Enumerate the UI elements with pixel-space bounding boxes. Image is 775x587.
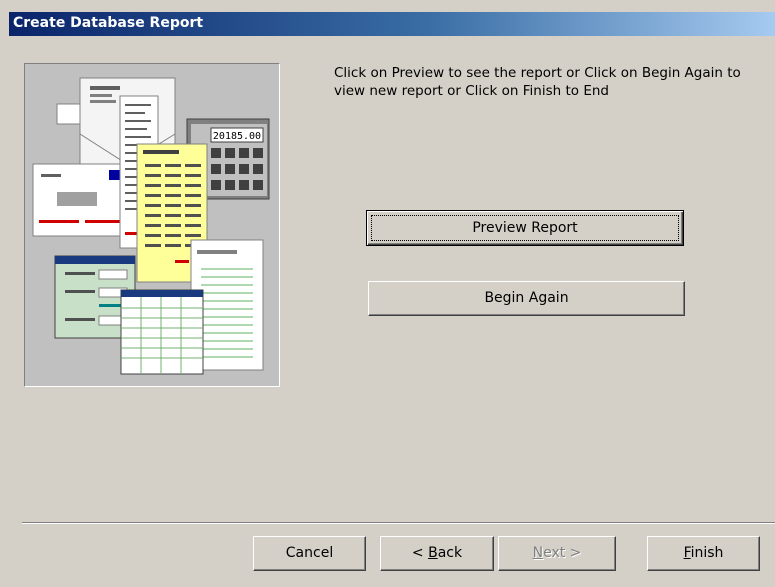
window-title: Create Database Report: [13, 15, 204, 31]
back-prefix: <: [411, 545, 429, 561]
calculator-display: 20185.00: [213, 131, 261, 142]
finish-mnemonic: F: [683, 545, 691, 561]
next-label: Next >: [533, 545, 582, 561]
finish-button[interactable]: Finish: [647, 536, 760, 571]
next-text: ext >: [543, 545, 582, 561]
begin-again-label: Begin Again: [484, 290, 569, 306]
wizard-illustration: 20185.00: [24, 63, 280, 387]
back-text: ack: [437, 545, 463, 561]
preview-report-label: Preview Report: [472, 220, 578, 236]
button-separator: [22, 522, 775, 524]
back-button[interactable]: < Back: [380, 536, 494, 571]
instructions-text: Click on Preview to see the report or Cl…: [334, 65, 741, 99]
begin-again-button[interactable]: Begin Again: [368, 281, 685, 316]
title-bar-strip: Create Database Report: [9, 12, 775, 36]
next-button[interactable]: Next >: [498, 536, 616, 571]
cancel-label: Cancel: [285, 545, 334, 561]
documents-illustration-icon: 20185.00: [32, 77, 270, 375]
next-mnemonic: N: [532, 545, 544, 561]
finish-text: inish: [690, 545, 724, 561]
back-mnemonic: B: [428, 545, 438, 561]
finish-label: Finish: [684, 545, 724, 561]
preview-report-button[interactable]: Preview Report: [366, 210, 684, 246]
title-bar: Create Database Report: [0, 0, 775, 40]
cancel-button[interactable]: Cancel: [253, 536, 366, 571]
back-label: < Back: [412, 545, 462, 561]
